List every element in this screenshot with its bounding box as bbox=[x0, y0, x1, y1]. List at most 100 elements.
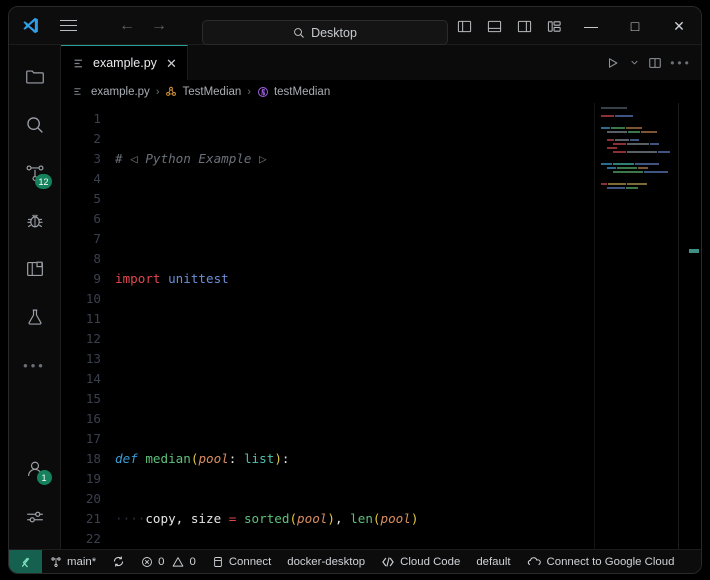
line-number: 8 bbox=[93, 251, 101, 266]
minimap[interactable] bbox=[595, 103, 679, 549]
settings-button[interactable] bbox=[9, 493, 61, 541]
symbol-method-icon bbox=[257, 86, 269, 98]
error-icon bbox=[141, 556, 153, 568]
accounts-button[interactable]: 1 bbox=[9, 445, 61, 493]
status-gcp-project-label: default bbox=[476, 555, 511, 568]
more-actions-button[interactable]: ••• bbox=[669, 45, 693, 80]
chevron-down-icon[interactable] bbox=[627, 45, 641, 80]
minimap-row bbox=[595, 111, 679, 114]
toggle-primary-sidebar-icon[interactable] bbox=[449, 7, 479, 45]
minimap-row bbox=[595, 155, 679, 158]
files-icon bbox=[24, 66, 46, 88]
source-control-badge: 12 bbox=[35, 174, 52, 189]
breadcrumb-item-file[interactable]: example.py bbox=[91, 86, 150, 98]
editor-tab-bar: example.py ✕ ••• bbox=[61, 45, 701, 80]
customize-layout-icon[interactable] bbox=[539, 7, 569, 45]
status-connect-label: Connect bbox=[228, 555, 272, 568]
run-python-file-button[interactable] bbox=[601, 45, 625, 80]
code-icon bbox=[381, 555, 395, 569]
debug-bug-icon bbox=[24, 210, 46, 232]
tab-example-py[interactable]: example.py ✕ bbox=[61, 45, 188, 80]
workbench-body: 12 ••• 1 example.py ✕ ••• example.py › T… bbox=[9, 45, 701, 549]
line-number: 5 bbox=[93, 191, 101, 206]
minimap-row bbox=[595, 143, 679, 146]
toggle-secondary-sidebar-icon[interactable] bbox=[509, 7, 539, 45]
sidebar-item-search[interactable] bbox=[9, 101, 61, 149]
status-cloud-code[interactable]: Cloud Code bbox=[373, 550, 468, 574]
toggle-panel-icon[interactable] bbox=[479, 7, 509, 45]
status-cloud-code-label: Cloud Code bbox=[400, 555, 461, 568]
minimap-row bbox=[595, 163, 679, 166]
status-problems[interactable]: 0 0 bbox=[133, 550, 204, 574]
maximize-button[interactable]: □ bbox=[613, 7, 657, 45]
cloud-icon bbox=[527, 554, 542, 569]
sync-icon bbox=[112, 555, 125, 568]
arrow-left-icon[interactable]: ← bbox=[119, 17, 135, 34]
titlebar-right-actions: — □ ✕ bbox=[449, 7, 701, 45]
minimap-row bbox=[595, 131, 679, 134]
close-button[interactable]: ✕ bbox=[657, 7, 701, 45]
status-docker-context[interactable]: docker-desktop bbox=[279, 550, 373, 574]
line-number: 10 bbox=[85, 291, 101, 306]
minimap-row bbox=[595, 123, 679, 126]
hamburger-menu-icon[interactable] bbox=[51, 7, 85, 45]
sidebar-item-source-control[interactable]: 12 bbox=[9, 149, 61, 197]
line-number: 14 bbox=[85, 371, 101, 386]
sidebar-item-extensions[interactable] bbox=[9, 245, 61, 293]
line-number: 17 bbox=[85, 431, 101, 446]
line-number: 3 bbox=[93, 151, 101, 166]
minimap-row bbox=[595, 175, 679, 178]
status-bar: main* 0 0 Connect docker-desktop Cloud C… bbox=[9, 549, 701, 573]
status-connect[interactable]: Connect bbox=[204, 550, 279, 574]
tab-label: example.py bbox=[93, 56, 157, 70]
sidebar-item-testing[interactable] bbox=[9, 293, 61, 341]
code-editor[interactable]: 1 2 3 4 5 6 7 8 9 10 11 12 13 14 15 16 1… bbox=[61, 103, 701, 549]
minimap-row bbox=[595, 119, 679, 122]
status-branch[interactable]: main* bbox=[42, 550, 104, 574]
minimap-row bbox=[595, 187, 679, 190]
line-number: 20 bbox=[85, 491, 101, 506]
nav-arrows: ← → bbox=[119, 17, 167, 34]
line-number: 18 bbox=[85, 451, 101, 466]
overview-ruler[interactable] bbox=[687, 103, 701, 549]
line-number: 11 bbox=[85, 311, 101, 326]
line-number: 15 bbox=[85, 391, 101, 406]
scrollbar-divider bbox=[678, 103, 679, 549]
breadcrumb-item-method[interactable]: testMedian bbox=[274, 86, 330, 98]
sidebar-item-run-debug[interactable] bbox=[9, 197, 61, 245]
status-connect-google-cloud[interactable]: Connect to Google Cloud bbox=[519, 550, 683, 574]
beaker-icon bbox=[24, 306, 46, 328]
database-icon bbox=[212, 556, 224, 568]
status-sync[interactable] bbox=[104, 550, 133, 574]
minimap-row bbox=[595, 171, 679, 174]
breadcrumb-separator: › bbox=[155, 85, 160, 98]
python-file-icon bbox=[73, 86, 86, 97]
ellipsis-icon: ••• bbox=[23, 357, 46, 373]
minimap-row bbox=[595, 107, 679, 110]
status-gcp-project[interactable]: default bbox=[468, 550, 518, 574]
settings-gear-icon bbox=[24, 506, 46, 528]
minimap-row bbox=[595, 127, 679, 130]
line-number: 6 bbox=[93, 211, 101, 226]
breadcrumb-separator: › bbox=[247, 85, 251, 98]
arrow-right-icon[interactable]: → bbox=[151, 17, 167, 34]
vscode-window: ← → Desktop — □ ✕ 12 ••• 1 example.py ✕ … bbox=[8, 6, 702, 574]
title-bar: ← → Desktop — □ ✕ bbox=[9, 7, 701, 45]
sidebar-item-more[interactable]: ••• bbox=[9, 341, 61, 389]
split-editor-icon[interactable] bbox=[643, 45, 667, 80]
line-number: 1 bbox=[93, 111, 101, 126]
line-number: 7 bbox=[93, 231, 101, 246]
vscode-logo-icon bbox=[9, 7, 51, 45]
status-docker-context-label: docker-desktop bbox=[287, 555, 366, 568]
breadcrumb-item-class[interactable]: TestMedian bbox=[182, 86, 241, 98]
accounts-badge: 1 bbox=[36, 470, 52, 485]
minimize-button[interactable]: — bbox=[569, 7, 613, 45]
search-icon bbox=[24, 114, 46, 136]
sidebar-item-explorer[interactable] bbox=[9, 53, 61, 101]
minimap-row bbox=[595, 135, 679, 138]
search-input[interactable]: Desktop bbox=[202, 20, 448, 45]
remote-indicator[interactable] bbox=[9, 550, 42, 573]
python-file-icon bbox=[73, 57, 86, 70]
warning-icon bbox=[172, 556, 184, 568]
close-icon[interactable]: ✕ bbox=[166, 57, 177, 70]
